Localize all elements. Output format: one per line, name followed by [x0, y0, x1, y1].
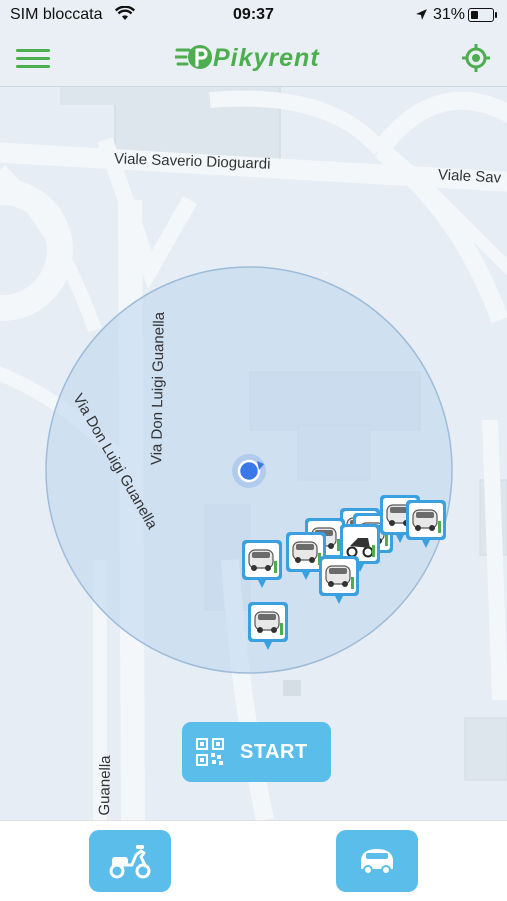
car-icon: [361, 849, 393, 875]
clock: 09:37: [233, 6, 274, 23]
scooter-category-button[interactable]: [89, 830, 171, 892]
locate-me-icon[interactable]: [460, 42, 492, 74]
map-background: [0, 87, 507, 820]
app-header: Pikyrent: [0, 30, 507, 87]
location-arrow-icon: [416, 9, 427, 20]
street-label: Guanella: [95, 755, 115, 816]
menu-button[interactable]: [16, 46, 50, 72]
start-label: START: [240, 741, 308, 763]
scooter-icon: [109, 845, 151, 879]
street-label: Viale Sav: [437, 166, 502, 187]
battery-icon: [468, 8, 497, 22]
vehicle-type-bar: [0, 820, 507, 901]
start-button[interactable]: START: [182, 722, 331, 782]
app-logo: Pikyrent: [173, 38, 335, 78]
battery-percentage: 31%: [433, 6, 466, 23]
app-name: Pikyrent: [213, 44, 320, 72]
qr-code-icon: [196, 738, 224, 766]
street-label: Via Don Luigi Guanella: [148, 311, 168, 466]
status-bar: SIM bloccata 09:37 31%: [0, 0, 507, 30]
logo-mark-icon: [173, 45, 212, 69]
car-category-button[interactable]: [336, 830, 418, 892]
map-view[interactable]: Viale Saverio Dioguardi Viale Sav Via Do…: [0, 87, 507, 820]
